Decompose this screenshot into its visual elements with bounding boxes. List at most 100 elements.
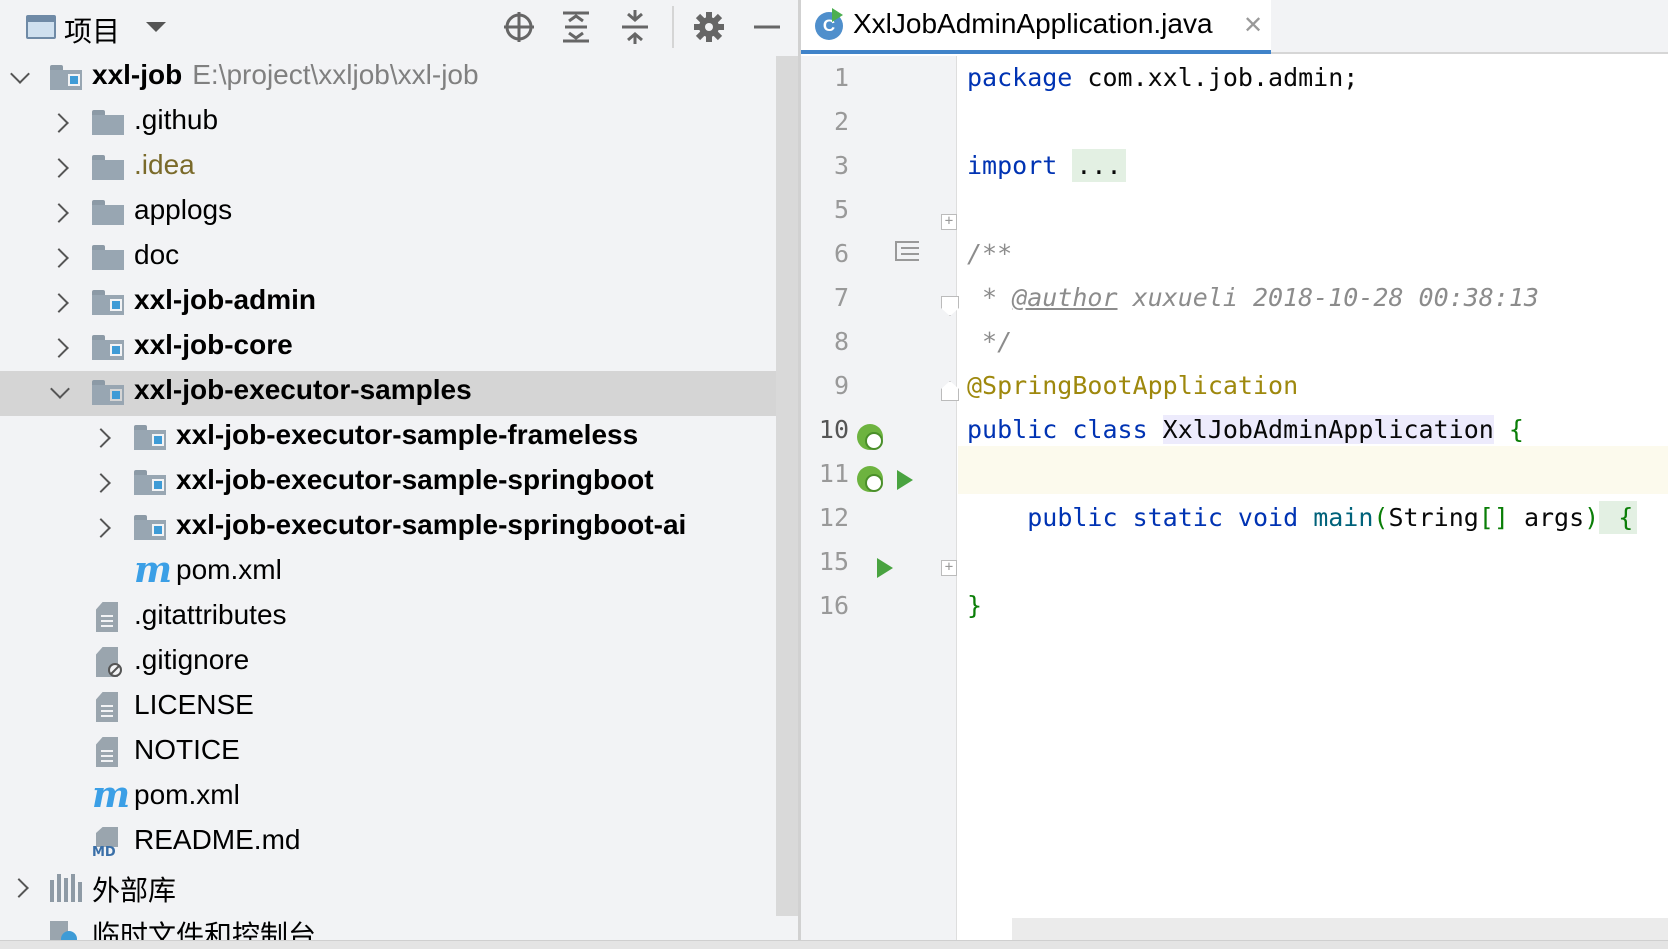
chevron-right-icon[interactable] bbox=[50, 293, 66, 313]
runnable-badge-icon bbox=[832, 8, 843, 22]
tree-item-applogs[interactable]: applogs bbox=[0, 191, 776, 236]
close-icon[interactable]: ✕ bbox=[1241, 13, 1265, 37]
param-name: args bbox=[1508, 503, 1585, 532]
tree-item-label: xxl-job bbox=[92, 59, 183, 90]
tree-item-external-libraries[interactable]: 外部库 bbox=[0, 866, 776, 911]
tree-item-doc[interactable]: doc bbox=[0, 236, 776, 281]
expand-all-icon[interactable] bbox=[557, 8, 595, 46]
minimize-icon[interactable] bbox=[748, 8, 786, 46]
chevron-right-icon[interactable] bbox=[50, 248, 66, 268]
line-number: 15 bbox=[818, 547, 849, 576]
tree-item-idea[interactable]: .idea bbox=[0, 146, 776, 191]
method-name: main bbox=[1313, 503, 1374, 532]
tree-item-samples-pom[interactable]: m pom.xml bbox=[0, 551, 776, 596]
chevron-right-icon[interactable] bbox=[10, 878, 26, 898]
tree-item-label: NOTICE bbox=[134, 734, 240, 765]
tree-item-xxl-job-core[interactable]: xxl-job-core bbox=[0, 326, 776, 371]
fold-expand-icon[interactable]: + bbox=[941, 560, 957, 576]
gear-icon[interactable] bbox=[690, 8, 728, 46]
type-name: String bbox=[1388, 503, 1479, 532]
tree-item-gitignore[interactable]: .gitignore bbox=[0, 641, 776, 686]
crosshair-icon[interactable] bbox=[500, 8, 538, 46]
chevron-right-icon[interactable] bbox=[50, 158, 66, 178]
collapse-all-icon[interactable] bbox=[616, 8, 654, 46]
module-badge-icon bbox=[110, 389, 122, 401]
tree-item-label: .idea bbox=[134, 149, 195, 180]
doc-render-icon[interactable] bbox=[895, 241, 919, 263]
tree-item-root-pom[interactable]: m pom.xml bbox=[0, 776, 776, 821]
chevron-right-icon[interactable] bbox=[92, 428, 108, 448]
editor-gutter[interactable]: 1 2 3 5 6 7 8 9 10 11 12 15 16 + + bbox=[801, 56, 959, 940]
code-line-16[interactable]: } bbox=[967, 591, 982, 620]
line-number: 6 bbox=[833, 239, 849, 268]
fold-end-icon[interactable] bbox=[941, 381, 959, 401]
maven-icon: m bbox=[134, 549, 173, 591]
folded-imports[interactable]: ... bbox=[1072, 149, 1126, 182]
run-class-icon[interactable] bbox=[897, 470, 913, 490]
tree-item-gitattributes[interactable]: .gitattributes bbox=[0, 596, 776, 641]
fold-start-icon[interactable] bbox=[941, 296, 959, 316]
chevron-down-icon[interactable] bbox=[52, 383, 68, 403]
keyword: package bbox=[967, 63, 1073, 92]
tree-item-xxl-job-admin[interactable]: xxl-job-admin bbox=[0, 281, 776, 326]
tree-item-scratches[interactable]: 临时文件和控制台 bbox=[0, 911, 776, 940]
chevron-right-icon[interactable] bbox=[92, 518, 108, 538]
class-name: XxlJobAdminApplication bbox=[1162, 415, 1494, 444]
code-line-10[interactable]: public class XxlJobAdminApplication { bbox=[967, 415, 1524, 444]
code-line-3[interactable]: import ... bbox=[967, 149, 1126, 182]
toolbar-separator bbox=[672, 6, 674, 48]
tree-scrollbar-thumb[interactable] bbox=[776, 56, 798, 916]
tree-item-sample-springboot[interactable]: xxl-job-executor-sample-springboot bbox=[0, 461, 776, 506]
code-line-8[interactable]: */ bbox=[967, 327, 1012, 356]
module-badge-icon bbox=[68, 74, 80, 86]
project-panel-title[interactable]: 项目 bbox=[64, 10, 120, 50]
module-badge-icon bbox=[110, 299, 122, 311]
code-line-1[interactable]: package com.xxl.job.admin; bbox=[967, 63, 1358, 92]
tree-item-license[interactable]: LICENSE bbox=[0, 686, 776, 731]
tree-item-label: README.md bbox=[134, 824, 301, 855]
tree-item-label: xxl-job-executor-sample-frameless bbox=[176, 419, 639, 450]
tree-item-label: 临时文件和控制台 bbox=[92, 920, 317, 940]
tree-item-readme[interactable]: MD README.md bbox=[0, 821, 776, 866]
folder-icon bbox=[92, 198, 124, 228]
editor-tab[interactable]: C XxlJobAdminApplication.java ✕ bbox=[801, 0, 1271, 54]
tree-item-label: .gitignore bbox=[134, 644, 250, 675]
tree-item-notice[interactable]: NOTICE bbox=[0, 731, 776, 776]
tree-item-label: pom.xml bbox=[134, 779, 240, 810]
run-main-icon[interactable] bbox=[877, 558, 893, 578]
folder-icon bbox=[92, 153, 124, 183]
spring-class-icon[interactable] bbox=[857, 466, 883, 492]
fold-expand-icon[interactable]: + bbox=[941, 214, 957, 230]
tree-item-xxl-job[interactable]: xxl-job E:\project\xxljob\xxl-job bbox=[0, 56, 776, 101]
javadoc-tag: @author bbox=[1012, 283, 1118, 312]
chevron-right-icon[interactable] bbox=[50, 338, 66, 358]
line-number: 12 bbox=[818, 503, 849, 532]
spring-bean-icon[interactable] bbox=[857, 424, 883, 450]
project-view-icon[interactable] bbox=[26, 15, 56, 39]
tree-item-sample-springboot-ai[interactable]: xxl-job-executor-sample-springboot-ai bbox=[0, 506, 776, 551]
code-line-7[interactable]: * @author xuxueli 2018-10-28 00:38:13 bbox=[967, 283, 1539, 312]
line-number: 5 bbox=[833, 195, 849, 224]
code-line-9[interactable]: @SpringBootApplication bbox=[967, 371, 1298, 400]
tree-item-xxl-job-executor-samples[interactable]: xxl-job-executor-samples bbox=[0, 371, 776, 416]
folded-method-body[interactable]: { bbox=[1599, 501, 1638, 534]
editor-horizontal-scrollbar[interactable] bbox=[1012, 918, 1668, 940]
module-badge-icon bbox=[152, 524, 164, 536]
code-line-12[interactable]: public static void main(String[] args) { bbox=[967, 501, 1638, 534]
chevron-right-icon[interactable] bbox=[50, 113, 66, 133]
code-line-6[interactable]: /** bbox=[967, 239, 1012, 268]
tab-label: XxlJobAdminApplication.java bbox=[853, 8, 1213, 39]
ignore-file-icon bbox=[94, 647, 122, 677]
tree-item-label: xxl-job-core bbox=[134, 329, 293, 360]
chevron-right-icon[interactable] bbox=[92, 473, 108, 493]
chevron-right-icon[interactable] bbox=[50, 203, 66, 223]
chevron-down-icon[interactable] bbox=[12, 68, 28, 88]
tree-item-label: pom.xml bbox=[176, 554, 282, 585]
tree-item-github[interactable]: .github bbox=[0, 101, 776, 146]
brace: { bbox=[1493, 415, 1524, 444]
chevron-down-icon[interactable] bbox=[146, 22, 166, 32]
tree-item-label: .gitattributes bbox=[134, 599, 287, 630]
tree-item-sample-frameless[interactable]: xxl-job-executor-sample-frameless bbox=[0, 416, 776, 461]
tree-item-label: applogs bbox=[134, 194, 233, 225]
line-number: 2 bbox=[833, 107, 849, 136]
